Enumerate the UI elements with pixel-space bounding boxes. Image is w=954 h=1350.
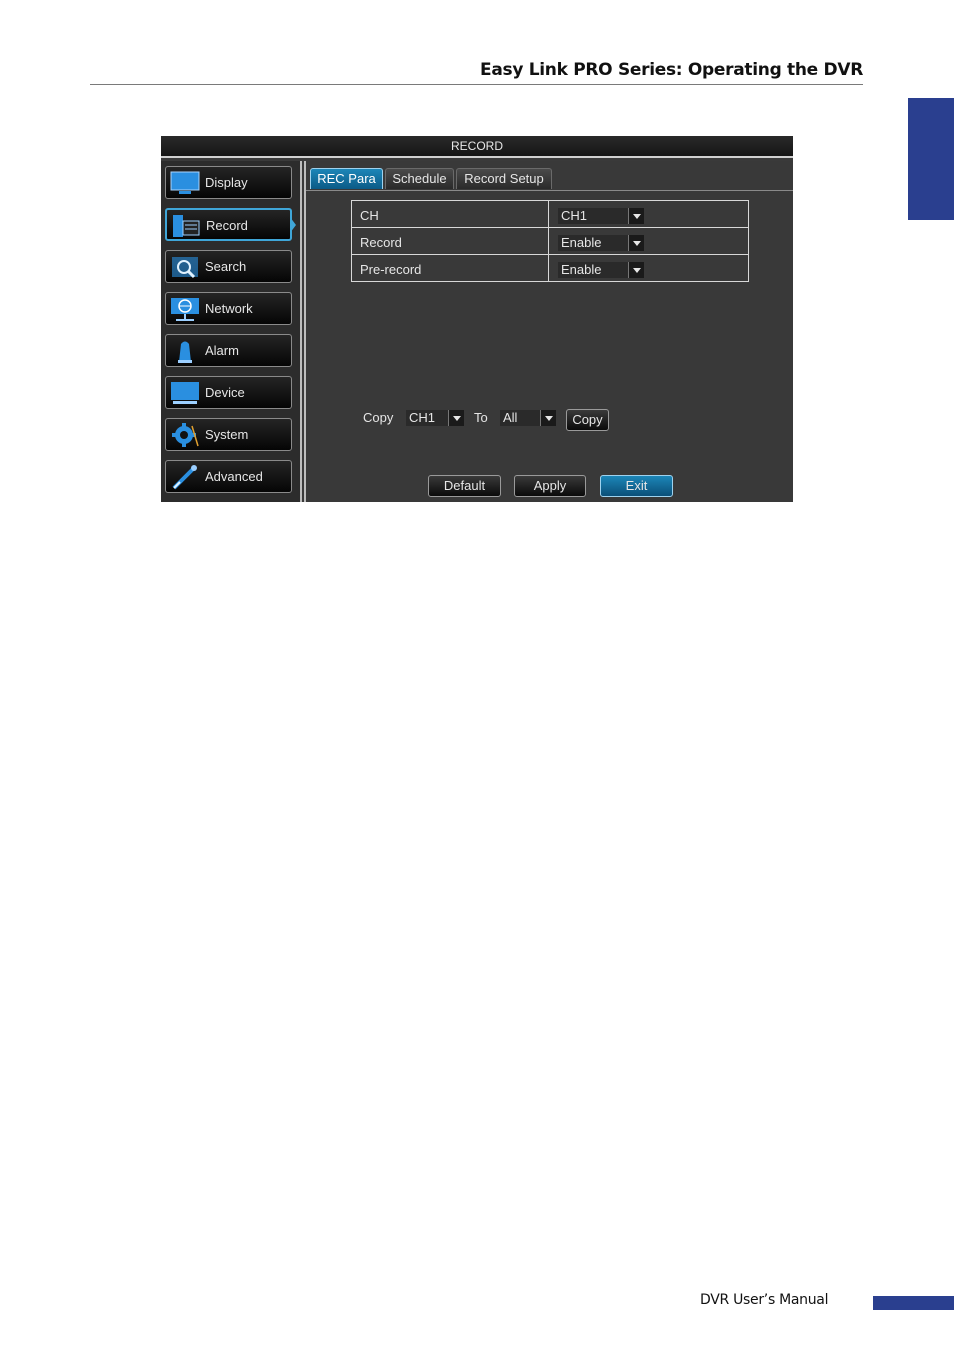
sidebar-item-advanced[interactable]: Advanced — [165, 460, 292, 493]
dvr-record-window: RECORD Display Record Search Network Ala… — [161, 136, 793, 502]
window-title: RECORD — [161, 136, 793, 158]
pre-record-select[interactable]: Enable — [558, 262, 644, 278]
tab-schedule[interactable]: Schedule — [385, 168, 454, 189]
select-value: CH1 — [409, 410, 436, 425]
gear-icon — [172, 423, 199, 447]
sidebar-item-label: System — [205, 427, 249, 442]
ch-select[interactable]: CH1 — [558, 208, 644, 224]
select-value: Enable — [561, 235, 602, 250]
network-icon — [171, 298, 199, 321]
copy-to-select[interactable]: All — [500, 410, 556, 426]
sidebar-item-label: Device — [205, 385, 245, 400]
record-icon — [173, 215, 200, 237]
select-value: All — [503, 410, 518, 425]
chevron-down-icon — [448, 410, 464, 426]
sidebar-item-network[interactable]: Network — [165, 292, 292, 325]
param-label: Pre-record — [360, 262, 422, 277]
copy-from-select[interactable]: CH1 — [406, 410, 464, 426]
tools-icon — [172, 465, 197, 490]
record-param-table: CH CH1 Record Enable Pre-record Enable — [351, 200, 749, 282]
tab-rec-para[interactable]: REC Para — [310, 168, 383, 189]
sidebar-item-label: Record — [206, 218, 248, 233]
chapter-side-tab — [908, 98, 954, 220]
copy-button[interactable]: Copy — [566, 409, 609, 431]
copy-label: Copy — [363, 410, 394, 425]
sidebar-item-search[interactable]: Search — [165, 250, 292, 283]
param-label: Record — [360, 235, 402, 250]
sidebar-menu: Display Record Search Network Alarm Devi… — [161, 161, 302, 502]
page-header-title: Easy Link PRO Series: Operating the DVR — [480, 60, 863, 80]
sidebar-item-alarm[interactable]: Alarm — [165, 334, 292, 367]
alarm-icon — [178, 341, 192, 363]
chevron-down-icon — [540, 410, 556, 426]
param-row-pre-record: Pre-record Enable — [352, 255, 748, 282]
page-header: Easy Link PRO Series: Operating the DVR — [90, 58, 863, 85]
record-select[interactable]: Enable — [558, 235, 644, 251]
sidebar-item-label: Search — [205, 259, 247, 274]
active-indicator-arrow — [290, 217, 296, 233]
select-value: Enable — [561, 262, 602, 277]
sidebar-item-label: Network — [205, 301, 253, 316]
exit-button[interactable]: Exit — [600, 475, 673, 497]
chevron-down-icon — [628, 235, 644, 251]
monitor-icon — [170, 171, 200, 194]
chevron-down-icon — [628, 262, 644, 278]
tab-record-setup[interactable]: Record Setup — [456, 168, 552, 189]
chevron-down-icon — [628, 208, 644, 224]
param-label: CH — [360, 208, 379, 223]
device-icon — [171, 382, 199, 404]
sidebar-item-record[interactable]: Record — [165, 208, 292, 241]
sidebar-item-label: Display — [205, 175, 248, 190]
param-row-ch: CH CH1 — [352, 201, 748, 228]
to-label: To — [474, 410, 488, 425]
default-button[interactable]: Default — [428, 475, 501, 497]
sidebar-item-device[interactable]: Device — [165, 376, 292, 409]
tab-bar: REC Para Schedule Record Setup — [306, 167, 793, 191]
select-value: CH1 — [561, 208, 588, 223]
page-footer-text: DVR User’s Manual — [700, 1292, 829, 1308]
search-icon — [172, 257, 198, 279]
sidebar-item-display[interactable]: Display — [165, 166, 292, 199]
content-panel: REC Para Schedule Record Setup CH CH1 Re… — [304, 161, 793, 502]
param-row-record: Record Enable — [352, 228, 748, 255]
sidebar-item-label: Alarm — [205, 343, 239, 358]
apply-button[interactable]: Apply — [514, 475, 586, 497]
sidebar-item-label: Advanced — [205, 469, 263, 484]
page-footer-bar — [873, 1296, 954, 1310]
sidebar-item-system[interactable]: System — [165, 418, 292, 451]
